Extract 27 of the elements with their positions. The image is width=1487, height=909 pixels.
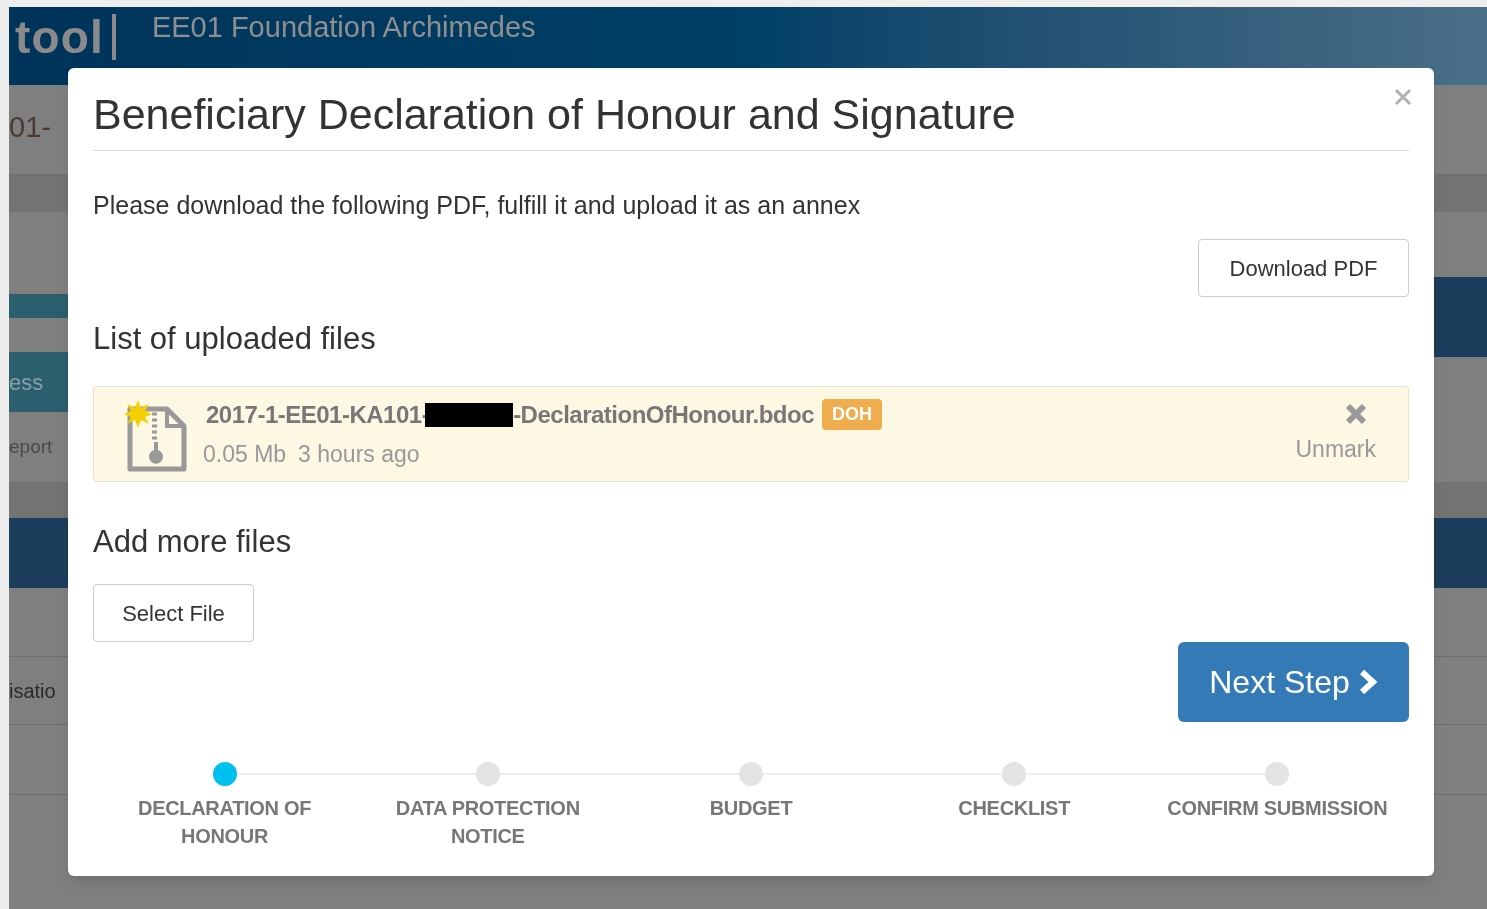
step-label[interactable]: CONFIRM SUBMISSION xyxy=(1167,794,1388,822)
page-heading: 01- xyxy=(9,109,51,145)
step-label[interactable]: CHECKLIST xyxy=(958,794,1071,822)
sidebar-item[interactable]: isatio xyxy=(9,675,56,706)
close-icon xyxy=(1393,87,1413,107)
step-label[interactable]: DECLARATION OF HONOUR xyxy=(99,794,350,850)
download-pdf-button[interactable]: Download PDF xyxy=(1198,239,1409,297)
next-step-button[interactable]: Next Step xyxy=(1178,642,1409,722)
file-name: -DeclarationOfHonour.bdoc xyxy=(513,399,814,430)
file-name: 2017-1-EE01-KA101- xyxy=(206,399,430,430)
chevron-right-icon xyxy=(1357,669,1378,695)
section-heading: List of uploaded files xyxy=(93,321,377,357)
section-heading: Add more files xyxy=(93,523,293,561)
file-tag: DOH xyxy=(822,399,882,431)
remove-icon[interactable] xyxy=(1344,401,1368,426)
dialog-title: Beneficiary Declaration of Honour and Signature xyxy=(93,89,1017,140)
step-label[interactable]: DATA PROTECTION NOTICE xyxy=(362,794,613,850)
brand-logo: tool xyxy=(15,14,116,60)
select-file-button[interactable]: Select File xyxy=(93,584,254,642)
unmark-link[interactable]: Unmark xyxy=(1295,431,1376,467)
upload-time: 3 hours ago xyxy=(298,439,420,469)
instruction-text: Please download the following PDF, fulfill it and upload it as an annex xyxy=(93,191,862,219)
zip-file-icon xyxy=(127,406,187,472)
sidebar-item[interactable]: ess xyxy=(9,352,68,412)
file-size: 0.05 Mb xyxy=(203,439,287,469)
organisation-name: EE01 Foundation Archimedes xyxy=(151,13,536,42)
step-label[interactable]: BUDGET xyxy=(709,794,793,822)
